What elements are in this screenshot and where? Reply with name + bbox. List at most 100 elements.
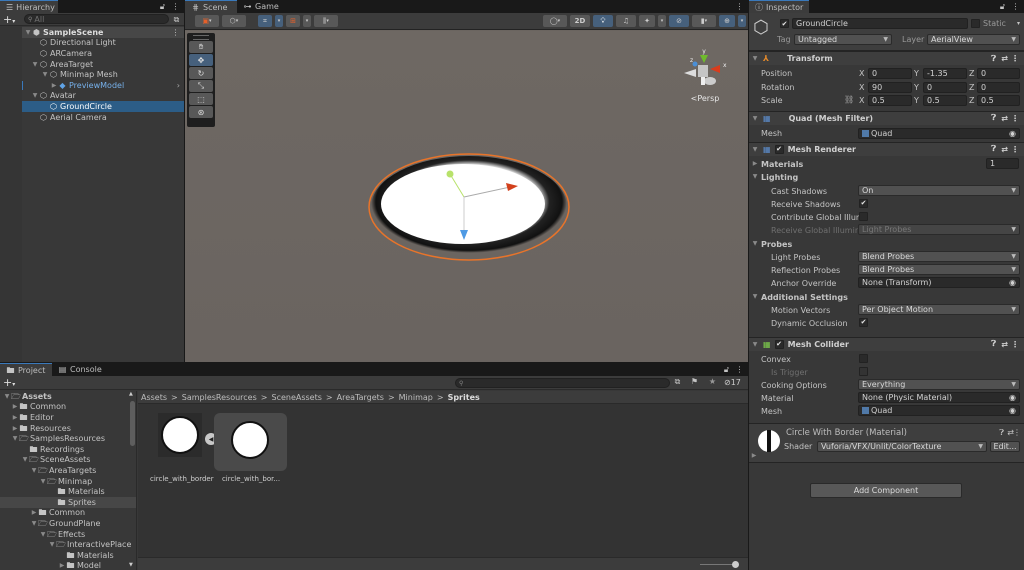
palette-drag-handle[interactable] bbox=[193, 35, 209, 40]
contribute-gi-checkbox[interactable] bbox=[859, 211, 868, 221]
materials-row[interactable]: ▶ Materials 1 bbox=[749, 157, 1024, 171]
tab-console[interactable]: ▤ Console bbox=[52, 363, 108, 376]
expand-arrow[interactable]: ▼ bbox=[39, 531, 47, 538]
thumbnail-size-slider[interactable] bbox=[700, 561, 739, 568]
pivot-rotation-toggle[interactable]: ⌗ bbox=[258, 15, 272, 27]
enabled-checkbox[interactable]: ✔ bbox=[774, 339, 784, 349]
expand-arrow[interactable]: ▼ bbox=[11, 435, 19, 442]
hidden-objects-toggle-icon[interactable]: ⊘ bbox=[669, 15, 689, 27]
more-options-icon[interactable]: ⋮ bbox=[735, 0, 744, 13]
breadcrumb-item[interactable]: SamplesResources bbox=[182, 393, 257, 402]
motion-vectors-dropdown[interactable]: Per Object Motion ▼ bbox=[858, 303, 1020, 315]
object-name-input[interactable]: GroundCircle bbox=[792, 18, 968, 29]
folder-item[interactable]: ▼ 🗁︎ SceneAssets bbox=[0, 455, 136, 466]
search-by-label-icon[interactable]: ⚑ bbox=[690, 377, 699, 386]
scale-x-field[interactable]: 0.5 bbox=[868, 95, 912, 106]
more-options-icon[interactable]: ⋮ bbox=[171, 2, 180, 11]
folder-item[interactable]: ▼ 🗁︎ AreaTargets bbox=[0, 465, 136, 476]
hierarchy-item-selected[interactable]: ⬡ GroundCircle bbox=[0, 101, 184, 112]
lock-icon[interactable]: 🔓︎ bbox=[158, 2, 167, 11]
more-options-icon[interactable]: ⋮ bbox=[1013, 428, 1021, 437]
mesh-renderer-header[interactable]: ▼ ▦ ✔ Mesh Renderer ❓︎ ⇄ ⋮ bbox=[749, 141, 1024, 156]
project-search-input[interactable]: ⚲ bbox=[455, 378, 670, 388]
gizmos-dropdown[interactable]: ▾ bbox=[738, 15, 746, 27]
expand-arrow[interactable]: ▼ bbox=[24, 29, 32, 36]
tab-hierarchy[interactable]: ☰ Hierarchy bbox=[0, 0, 58, 13]
folder-item[interactable]: ▶ 🖿︎ Common bbox=[0, 402, 136, 413]
hierarchy-item[interactable]: ⬡ ARCamera bbox=[0, 48, 184, 59]
toggle-2d-button[interactable]: 2D bbox=[570, 15, 590, 27]
hierarchy-item[interactable]: ▶ ◆ PreviewModel › bbox=[0, 80, 184, 91]
foldout-arrow[interactable]: ▼ bbox=[751, 55, 759, 62]
help-icon[interactable]: ❓︎ bbox=[991, 339, 996, 349]
folder-item[interactable]: ▶ 🖿︎ Resources bbox=[0, 423, 136, 434]
expand-arrow[interactable]: ▶ bbox=[11, 414, 19, 421]
more-options-icon[interactable]: ⋮ bbox=[1011, 145, 1019, 154]
breadcrumb-item-current[interactable]: Sprites bbox=[448, 393, 480, 402]
expand-arrow[interactable]: ▼ bbox=[30, 520, 38, 527]
slider-handle[interactable] bbox=[732, 561, 739, 568]
asset-tile-selected[interactable] bbox=[214, 413, 287, 471]
receive-shadows-checkbox[interactable]: ✔ bbox=[859, 198, 868, 208]
add-component-button[interactable]: Add Component bbox=[810, 483, 962, 498]
scene-visibility-icon[interactable]: ⧉ bbox=[172, 15, 181, 24]
favorites-star-icon[interactable]: ★ bbox=[708, 377, 717, 386]
more-options-icon[interactable]: ⋮ bbox=[1011, 2, 1020, 11]
lighting-foldout[interactable]: ▼ Lighting bbox=[749, 171, 1024, 184]
folder-item[interactable]: ▶ 🖿︎ Common bbox=[0, 508, 136, 519]
presets-icon[interactable]: ⇄ bbox=[1001, 340, 1008, 349]
probes-foldout[interactable]: ▼ Probes bbox=[749, 238, 1024, 251]
object-picker-icon[interactable]: ◉ bbox=[1009, 278, 1016, 287]
help-icon[interactable]: ❓︎ bbox=[991, 54, 996, 64]
expand-arrow[interactable]: ▶ bbox=[11, 403, 19, 410]
help-icon[interactable]: ❓︎ bbox=[991, 144, 996, 154]
hierarchy-search-input[interactable]: ⚲ All bbox=[24, 14, 169, 24]
tab-scene[interactable]: ⋕ Scene bbox=[185, 0, 237, 13]
static-dropdown-arrow[interactable]: ▾ bbox=[1017, 20, 1020, 27]
material-preview-icon[interactable] bbox=[757, 429, 781, 453]
more-options-icon[interactable]: ⋮ bbox=[1011, 54, 1019, 63]
convex-checkbox[interactable] bbox=[859, 353, 868, 363]
folder-item[interactable]: ▼ 🗁︎ SamplesResources bbox=[0, 433, 136, 444]
folder-item[interactable]: ▼ 🗁︎ Minimap bbox=[0, 476, 136, 487]
position-y-field[interactable]: -1.35 bbox=[923, 68, 967, 79]
breadcrumb-item[interactable]: AreaTargets bbox=[337, 393, 384, 402]
rotation-y-field[interactable]: 0 bbox=[923, 81, 967, 93]
transform-tool-icon[interactable]: ⊛ bbox=[189, 106, 213, 118]
folder-item[interactable]: 🖿︎ Materials bbox=[0, 550, 136, 561]
mesh-filter-header[interactable]: ▼ ▦ Quad (Mesh Filter) ❓︎ ⇄ ⋮ bbox=[749, 110, 1024, 125]
create-button[interactable]: +▾ bbox=[3, 13, 21, 26]
expand-arrow[interactable]: ▼ bbox=[3, 393, 11, 400]
lighting-toggle-icon[interactable]: 💡︎ bbox=[593, 15, 613, 27]
asset-tile[interactable]: circle_with_border bbox=[150, 413, 214, 488]
rect-tool-icon[interactable]: ⬚ bbox=[189, 93, 213, 105]
cast-shadows-dropdown[interactable]: On ▼ bbox=[858, 184, 1020, 196]
foldout-arrow[interactable]: ▼ bbox=[751, 240, 759, 247]
draw-mode-dropdown[interactable]: ▣ ▾ bbox=[195, 15, 219, 27]
scene-viewport[interactable]: ✋︎ ✥ ↻ ⤡ ⬚ ⊛ y x z <Persp bbox=[185, 31, 748, 362]
additional-settings-foldout[interactable]: ▼ Additional Settings bbox=[749, 291, 1024, 304]
create-button[interactable]: +▾ bbox=[3, 376, 15, 389]
expand-arrow[interactable]: ▼ bbox=[39, 478, 47, 485]
foldout-arrow[interactable]: ▼ bbox=[751, 173, 759, 180]
foldout-arrow[interactable]: ▶ bbox=[750, 452, 758, 459]
move-tool-icon[interactable]: ✥ bbox=[189, 54, 213, 66]
breadcrumb-item[interactable]: SceneAssets bbox=[271, 393, 321, 402]
foldout-arrow[interactable]: ▼ bbox=[751, 341, 759, 348]
shading-mode-dropdown[interactable]: ◯ ▾ bbox=[543, 15, 567, 27]
hierarchy-item[interactable]: ▼ ⬡ AreaTarget bbox=[0, 59, 184, 70]
folder-item[interactable]: ▶ 🖿︎ Editor bbox=[0, 412, 136, 423]
edit-shader-button[interactable]: Edit... bbox=[990, 440, 1020, 452]
constrain-proportions-icon[interactable]: ⛓︎ bbox=[844, 95, 854, 104]
rotate-tool-icon[interactable]: ↻ bbox=[189, 67, 213, 79]
more-options-icon[interactable]: ⋮ bbox=[1011, 340, 1019, 349]
effects-dropdown[interactable]: ▾ bbox=[658, 15, 666, 27]
mesh-collider-header[interactable]: ▼ ▦ ✔ Mesh Collider ❓︎ ⇄ ⋮ bbox=[749, 336, 1024, 351]
foldout-arrow[interactable]: ▼ bbox=[751, 115, 759, 122]
expand-arrow[interactable]: ▼ bbox=[48, 541, 56, 548]
physic-material-field[interactable]: None (Physic Material) ◉ bbox=[858, 391, 1020, 403]
object-picker-icon[interactable]: ◉ bbox=[1009, 406, 1016, 415]
audio-toggle-icon[interactable]: ♫ bbox=[616, 15, 636, 27]
folder-item[interactable]: ▼ 🗁︎ InteractivePlace bbox=[0, 539, 136, 550]
position-x-field[interactable]: 0 bbox=[868, 68, 912, 79]
